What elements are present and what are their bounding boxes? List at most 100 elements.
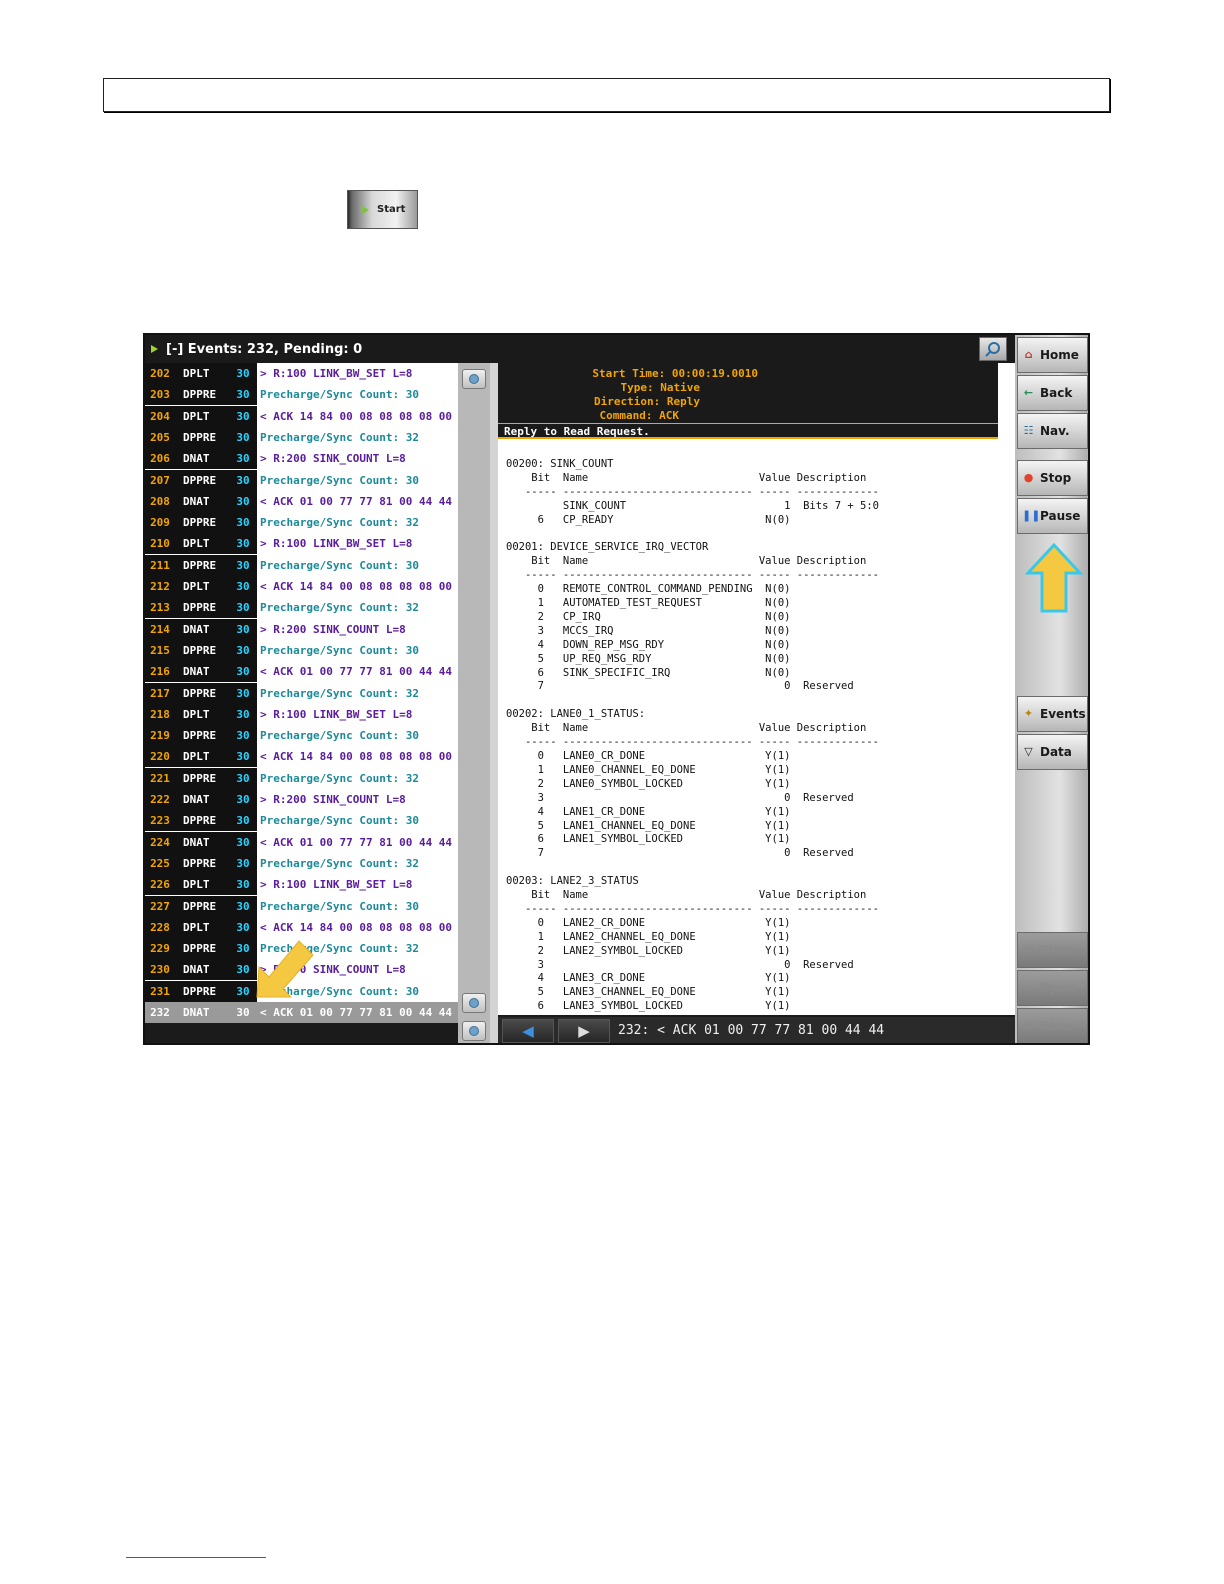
next-event-button[interactable]: ▶ [558, 1019, 610, 1043]
event-row[interactable]: 211 DPPRE 30 Precharge/Sync Count: 30 [145, 554, 458, 576]
event-summary: Precharge/Sync Count: 32 [260, 516, 419, 530]
decode-line: 4 LANE3_CR_DONE Y(1) [506, 972, 791, 985]
save-button[interactable]: ▣ Save [1017, 1008, 1088, 1043]
event-row[interactable]: 206 DNAT 30 > R:200 SINK_COUNT L=8 [145, 448, 458, 470]
previous-event-button[interactable]: ◀ [502, 1019, 554, 1043]
event-number: 220 [145, 746, 175, 768]
direction-label: Direction: [594, 395, 661, 408]
event-channel: 30 [231, 895, 255, 917]
start-time-value: 00:00:19.0010 [671, 367, 758, 380]
event-row[interactable]: 225 DPPRE 30 Precharge/Sync Count: 32 [145, 852, 458, 874]
search-button[interactable] [979, 337, 1007, 361]
event-row[interactable]: 209 DPPRE 30 Precharge/Sync Count: 32 [145, 512, 458, 534]
event-number: 223 [145, 810, 175, 832]
command-label: Command: [599, 409, 653, 422]
event-row[interactable]: 203 DPPRE 30 Precharge/Sync Count: 30 [145, 384, 458, 406]
event-number: 213 [145, 597, 175, 619]
event-channel: 30 [231, 363, 255, 384]
event-summary: < ACK 01 00 77 77 81 00 44 44 [260, 835, 453, 849]
event-row[interactable]: 205 DPPRE 30 Precharge/Sync Count: 32 [145, 426, 458, 448]
event-number: 207 [145, 469, 175, 491]
command-value: ACK [659, 409, 679, 422]
pause-button[interactable]: ❚❚ Pause [1017, 498, 1088, 534]
decode-line: 6 CP_READY N(0) [506, 513, 791, 526]
event-channel: 30 [231, 512, 255, 534]
event-number: 226 [145, 874, 175, 896]
event-summary: Precharge/Sync Count: 30 [260, 388, 419, 402]
event-row[interactable]: 212 DPLT 30 < ACK 14 84 00 08 08 08 08 00 [145, 576, 458, 597]
event-row[interactable]: 232 DNAT 30 < ACK 01 00 77 77 81 00 44 44 [145, 1002, 458, 1023]
event-row[interactable]: 224 DNAT 30 < ACK 01 00 77 77 81 00 44 44 [145, 831, 458, 853]
event-channel: 30 [231, 1002, 255, 1023]
save-label: Save [1040, 1019, 1073, 1033]
event-summary: Precharge/Sync Count: 30 [260, 899, 419, 913]
event-channel: 30 [231, 703, 255, 725]
event-row[interactable]: 202 DPLT 30 > R:100 LINK_BW_SET L=8 [145, 363, 458, 384]
event-channel: 30 [231, 746, 255, 768]
event-row[interactable]: 213 DPPRE 30 Precharge/Sync Count: 32 [145, 597, 458, 619]
event-number: 232 [145, 1002, 175, 1023]
event-row[interactable]: 217 DPPRE 30 Precharge/Sync Count: 32 [145, 682, 458, 704]
event-row[interactable]: 219 DPPRE 30 Precharge/Sync Count: 30 [145, 725, 458, 747]
event-summary: < ACK 14 84 00 08 08 08 08 00 [260, 920, 453, 934]
decode-line: 1 LANE0_CHANNEL_EQ_DONE Y(1) [506, 763, 791, 776]
stop-button[interactable]: ● Stop [1017, 460, 1088, 496]
event-list-scrollbar[interactable] [458, 363, 490, 1043]
event-channel: 30 [231, 725, 255, 747]
event-row[interactable]: 214 DNAT 30 > R:200 SINK_COUNT L=8 [145, 618, 458, 640]
event-number: 208 [145, 490, 175, 512]
event-row[interactable]: 223 DPPRE 30 Precharge/Sync Count: 30 [145, 810, 458, 832]
event-number: 204 [145, 405, 175, 427]
event-channel: 30 [231, 852, 255, 874]
event-number: 215 [145, 639, 175, 661]
event-row[interactable]: 208 DNAT 30 < ACK 01 00 77 77 81 00 44 44 [145, 490, 458, 512]
event-channel: 30 [231, 767, 255, 789]
event-row[interactable]: 220 DPLT 30 < ACK 14 84 00 08 08 08 08 00 [145, 746, 458, 768]
event-row[interactable]: 221 DPPRE 30 Precharge/Sync Count: 32 [145, 767, 458, 789]
event-summary: Precharge/Sync Count: 32 [260, 430, 419, 444]
events-summary: [-] Events: 232, Pending: 0 [166, 341, 363, 357]
event-number: 217 [145, 682, 175, 704]
event-row[interactable]: 215 DPPRE 30 Precharge/Sync Count: 30 [145, 639, 458, 661]
event-number: 231 [145, 980, 175, 1002]
start-time-label: Start Time: [592, 367, 666, 380]
event-channel: 30 [231, 405, 255, 427]
event-channel: 30 [231, 448, 255, 470]
scroll-up-button[interactable] [462, 369, 486, 389]
event-summary: Precharge/Sync Count: 30 [260, 814, 419, 828]
event-row[interactable]: 227 DPPRE 30 Precharge/Sync Count: 30 [145, 895, 458, 917]
event-channel: 30 [231, 384, 255, 406]
current-event-line: 232: < ACK 01 00 77 77 81 00 44 44 [618, 1023, 885, 1038]
event-row[interactable]: 218 DPLT 30 > R:100 LINK_BW_SET L=8 [145, 703, 458, 725]
event-number: 227 [145, 895, 175, 917]
decode-line: 00201: DEVICE_SERVICE_IRQ_VECTOR [506, 541, 709, 554]
data-button[interactable]: ▽ Data [1017, 734, 1088, 770]
clear-button[interactable]: ▤ Clear [1017, 932, 1088, 968]
decode-line: 5 LANE1_CHANNEL_EQ_DONE Y(1) [506, 819, 791, 832]
event-row[interactable]: 228 DPLT 30 < ACK 14 84 00 08 08 08 08 00 [145, 916, 458, 938]
decode-line: 7 0 Reserved [506, 680, 854, 693]
event-summary: Precharge/Sync Count: 30 [260, 558, 419, 572]
event-row[interactable]: 216 DNAT 30 < ACK 01 00 77 77 81 00 44 44 [145, 661, 458, 683]
event-number: 224 [145, 831, 175, 853]
nav-button[interactable]: ☷ Nav. [1017, 413, 1088, 449]
event-row[interactable]: 222 DNAT 30 > R:200 SINK_COUNT L=8 [145, 789, 458, 810]
scroll-down-button[interactable] [462, 1021, 486, 1041]
open-button[interactable]: ▭ Open [1017, 970, 1088, 1006]
event-summary: > R:100 LINK_BW_SET L=8 [260, 707, 413, 721]
event-row[interactable]: 210 DPLT 30 > R:100 LINK_BW_SET L=8 [145, 533, 458, 555]
event-row[interactable]: 226 DPLT 30 > R:100 LINK_BW_SET L=8 [145, 874, 458, 896]
scroll-page-button[interactable] [462, 993, 486, 1013]
event-number: 222 [145, 789, 175, 810]
pane-splitter[interactable] [490, 363, 498, 1043]
start-button[interactable]: Start [347, 190, 418, 229]
event-row[interactable]: 207 DPPRE 30 Precharge/Sync Count: 30 [145, 469, 458, 491]
home-button[interactable]: ⌂ Home [1017, 337, 1088, 373]
events-button[interactable]: ✦ Events [1017, 696, 1088, 732]
event-summary: > R:200 SINK_COUNT L=8 [260, 793, 406, 806]
event-summary: Precharge/Sync Count: 32 [260, 601, 419, 615]
back-button[interactable]: ← Back [1017, 375, 1088, 411]
decode-line: 1 AUTOMATED_TEST_REQUEST N(0) [506, 597, 791, 610]
decode-line: 2 LANE0_SYMBOL_LOCKED Y(1) [506, 777, 791, 790]
event-row[interactable]: 204 DPLT 30 < ACK 14 84 00 08 08 08 08 00 [145, 405, 458, 427]
